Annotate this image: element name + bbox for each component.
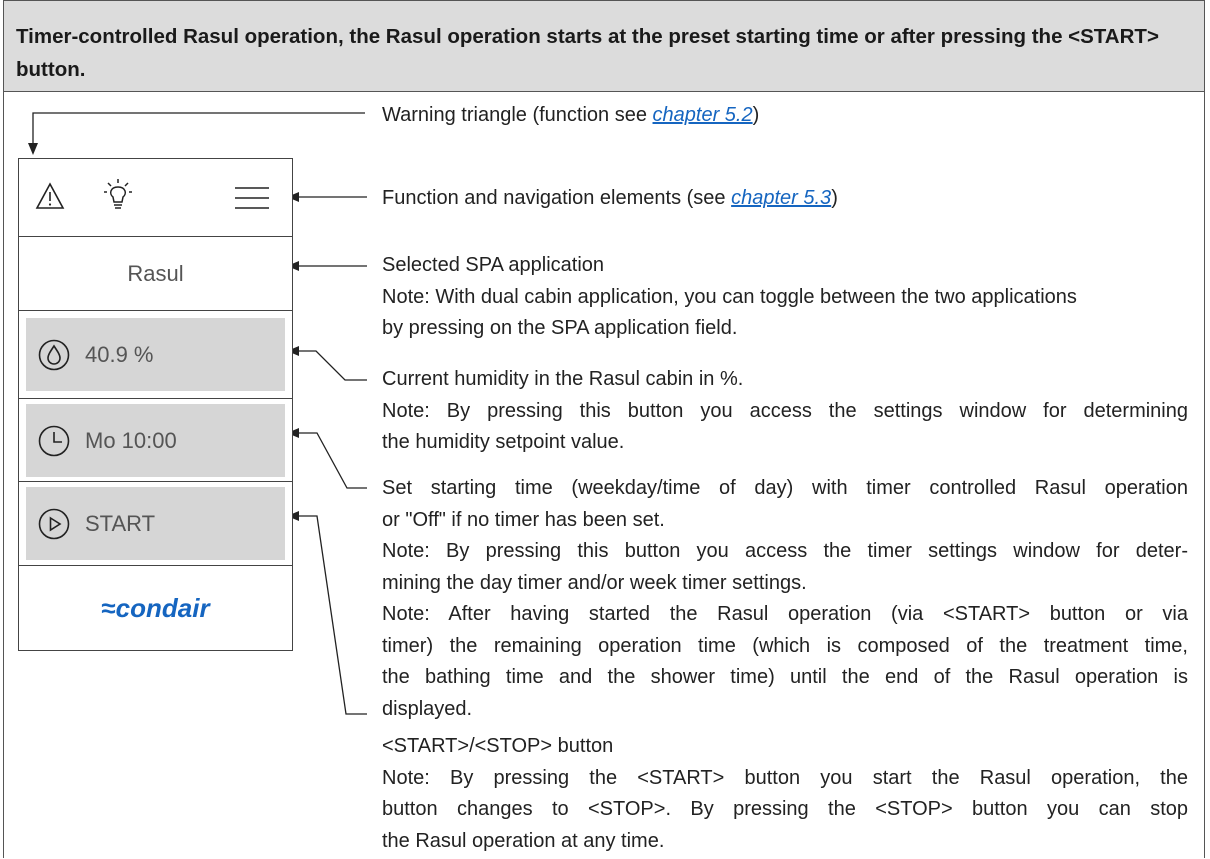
- startstop-description: <START>/<STOP> button Note: By pressing …: [382, 731, 1188, 857]
- warning-callout-line: [32, 112, 365, 144]
- startstop-line: Note: By pressing the <START> button you…: [382, 766, 1188, 789]
- spa-note-line: by pressing on the SPA application field…: [382, 317, 738, 339]
- control-panel: Rasul 40.9 % Mo 10:00 START ≈condair: [18, 158, 293, 651]
- spa-note-line: Note: With dual cabin application, you c…: [382, 285, 1077, 308]
- light-bulb-icon[interactable]: [103, 178, 133, 212]
- timer-line: Note: By pressing this button you access…: [382, 540, 1188, 562]
- humidity-drop-icon: [38, 339, 70, 370]
- logo-waves-icon: ≈: [101, 593, 116, 623]
- function-text: Function and navigation elements (see: [382, 187, 732, 209]
- timer-line: timer) the remaining operation time (whi…: [382, 634, 1188, 657]
- divider: [19, 398, 292, 399]
- timer-description: Set starting time (weekday/time of day) …: [382, 473, 1188, 725]
- spa-application-field[interactable]: Rasul: [19, 237, 292, 311]
- warning-description: Warning triangle (function see chapter 5…: [382, 100, 759, 132]
- chapter-5-2-link[interactable]: chapter 5.2: [653, 104, 753, 126]
- timer-line: Set starting time (weekday/time of day) …: [382, 477, 1188, 499]
- chapter-5-3-link[interactable]: chapter 5.3: [731, 187, 831, 209]
- start-button[interactable]: START: [26, 487, 285, 560]
- timer-callout-line: [296, 432, 367, 489]
- top-bar: [19, 159, 292, 237]
- humidity-note-line: the humidity setpoint value.: [382, 431, 625, 453]
- clock-icon: [38, 425, 70, 456]
- start-callout-line: [296, 515, 367, 715]
- spa-title: Selected SPA application: [382, 254, 605, 276]
- warning-text: Warning triangle (function see: [382, 104, 653, 126]
- condair-logo: ≈condair: [19, 565, 292, 651]
- spa-application-label: Rasul: [127, 261, 184, 286]
- timer-line: mining the day timer and/or week timer s…: [382, 571, 807, 594]
- humidity-value: 40.9 %: [85, 341, 154, 367]
- startstop-line: the Rasul operation at any time.: [382, 829, 665, 852]
- timer-line: displayed.: [382, 697, 473, 720]
- warning-icon[interactable]: [35, 182, 65, 210]
- logo-text: condair: [115, 593, 210, 623]
- timer-line: the bathing time and the shower time) un…: [382, 666, 1188, 688]
- startstop-line: button changes to <STOP>. By pressing th…: [382, 798, 1188, 820]
- humidity-description: Current humidity in the Rasul cabin in %…: [382, 364, 1188, 459]
- menu-icon[interactable]: [235, 186, 269, 210]
- timer-line: Note: After having started the Rasul ope…: [382, 603, 1188, 625]
- timer-value: Mo 10:00: [85, 427, 177, 453]
- warning-text-end: ): [752, 104, 760, 126]
- divider: [19, 481, 292, 482]
- start-label: START: [85, 510, 156, 536]
- spa-description: Selected SPA application Note: With dual…: [382, 250, 1077, 345]
- function-description: Function and navigation elements (see ch…: [382, 183, 838, 215]
- humidity-callout-line: [296, 350, 367, 381]
- startstop-title: <START>/<STOP> button: [382, 735, 614, 757]
- function-text-end: ): [831, 187, 838, 209]
- timer-line: or "Off" if no timer has been set.: [382, 508, 665, 531]
- warning-arrowhead: [28, 143, 38, 155]
- timer-button[interactable]: Mo 10:00: [26, 404, 285, 477]
- humidity-button[interactable]: 40.9 %: [26, 318, 285, 391]
- humidity-note-line: Note: By pressing this button you access…: [382, 399, 1188, 422]
- humidity-title: Current humidity in the Rasul cabin in %…: [382, 368, 744, 390]
- play-icon: [38, 508, 70, 539]
